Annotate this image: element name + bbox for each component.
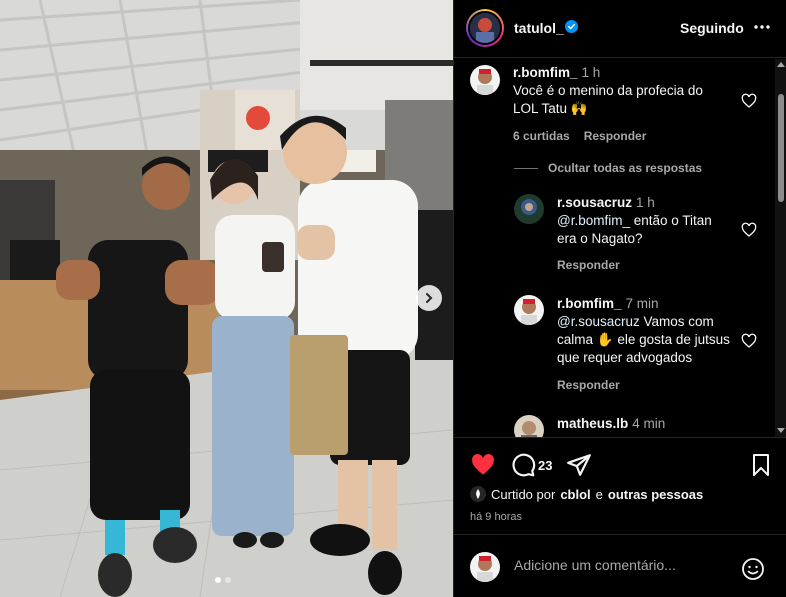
reply-body: r.sousacruz 1 h @r.bomfim_ então o Titan … (557, 194, 747, 248)
post-actions: 23 Curtido por cblol e outras pessoas há… (454, 437, 786, 533)
post-photo (0, 0, 453, 597)
comment-composer (454, 534, 786, 597)
comment-icon[interactable] (510, 452, 536, 478)
liked-by-prefix: Curtido por (491, 486, 556, 502)
reply-meta: Responder (557, 378, 634, 392)
next-slide-button[interactable] (416, 285, 442, 311)
post-side-panel: tatulol_ Seguindo r.bomfim_ 1 h Você é o … (453, 0, 786, 597)
reply-body: r.bomfim_ 7 min @r.sousacruz Vamos com ca… (557, 295, 747, 367)
avatar-image (514, 194, 544, 224)
bookmark-icon[interactable] (749, 452, 773, 478)
reply-text: que requer advogados (557, 350, 693, 365)
reply-button[interactable]: Responder (557, 258, 620, 272)
reply-avatar[interactable] (514, 194, 544, 224)
comment-count: 23 (538, 458, 553, 473)
comment-body: r.bomfim_ 1 h Você é o menino da profecia… (513, 64, 743, 118)
heart-icon[interactable] (741, 333, 757, 349)
avatar-image (514, 295, 544, 325)
comment-text: LOL Tatu 🙌 (513, 101, 588, 116)
avatar-image (470, 65, 500, 95)
liker-avatar-icon[interactable] (470, 486, 486, 502)
reply-time: 1 h (636, 195, 655, 210)
carousel-dot (225, 577, 231, 583)
reply-time: 4 min (632, 416, 666, 431)
avatar-image (470, 13, 500, 43)
mention-link[interactable]: @r.sousacruz (557, 314, 640, 329)
chevron-right-icon (426, 293, 433, 303)
post-header: tatulol_ Seguindo (454, 0, 786, 58)
heart-icon[interactable] (470, 452, 496, 478)
emoji-icon[interactable] (741, 557, 765, 581)
current-user-avatar (470, 552, 500, 582)
comment-text: Você é o menino da profecia do (513, 83, 703, 98)
author-avatar[interactable] (466, 9, 504, 47)
hide-replies-label: Ocultar todas as respostas (548, 161, 703, 175)
reply-text: então o Titan (629, 213, 712, 228)
avatar-image (514, 415, 544, 437)
reply-button[interactable]: Responder (557, 378, 620, 392)
comment-username[interactable]: r.bomfim_ (513, 65, 578, 80)
avatar-image (470, 552, 500, 582)
heart-icon[interactable] (741, 222, 757, 238)
reply-meta: Responder (557, 258, 634, 272)
scrollbar-thumb[interactable] (778, 94, 784, 202)
comments-list[interactable]: r.bomfim_ 1 h Você é o menino da profecia… (454, 59, 786, 437)
scroll-down-icon[interactable] (777, 428, 785, 434)
more-icon[interactable] (752, 17, 772, 37)
share-icon[interactable] (566, 452, 592, 478)
reply-username[interactable]: r.sousacruz (557, 195, 632, 210)
following-button[interactable]: Seguindo (680, 20, 744, 36)
liked-by-others[interactable]: outras pessoas (608, 487, 703, 502)
reply-time: 7 min (625, 296, 659, 311)
comment-meta: 6 curtidas Responder (513, 129, 660, 143)
scroll-up-icon[interactable] (777, 61, 785, 67)
post-time: há 9 horas (470, 511, 522, 523)
reply-text: calma ✋ ele gosta de jutsus (557, 332, 730, 347)
author-username[interactable]: tatulol_ (514, 20, 564, 36)
reply-username[interactable]: matheus.lb (557, 416, 628, 431)
verified-badge-icon (565, 20, 578, 33)
comment-avatar[interactable] (470, 65, 500, 95)
comment-likes[interactable]: 6 curtidas (513, 129, 570, 143)
post-media[interactable] (0, 0, 453, 597)
carousel-indicator (215, 577, 231, 583)
reply-text: Vamos com (639, 314, 714, 329)
hide-replies-button[interactable]: Ocultar todas as respostas (514, 161, 702, 175)
liked-by-conj: e (595, 486, 603, 502)
reply-avatar[interactable] (514, 415, 544, 437)
liked-by-user[interactable]: cblol (560, 487, 590, 502)
comment-time: 1 h (581, 65, 601, 80)
reply-body: matheus.lb 4 min (557, 415, 747, 433)
heart-icon[interactable] (741, 93, 757, 109)
reply-username[interactable]: r.bomfim_ (557, 296, 622, 311)
reply-avatar[interactable] (514, 295, 544, 325)
comments-scrollbar[interactable] (775, 59, 786, 437)
reply-button[interactable]: Responder (584, 129, 647, 143)
comment-input[interactable] (514, 557, 734, 573)
divider (514, 167, 538, 169)
liked-by: Curtido por cblol e outras pessoas (470, 486, 703, 502)
carousel-dot-active (215, 577, 221, 583)
mention-link[interactable]: @r.bomfim_ (557, 213, 630, 228)
reply-text: era o Nagato? (557, 231, 643, 246)
